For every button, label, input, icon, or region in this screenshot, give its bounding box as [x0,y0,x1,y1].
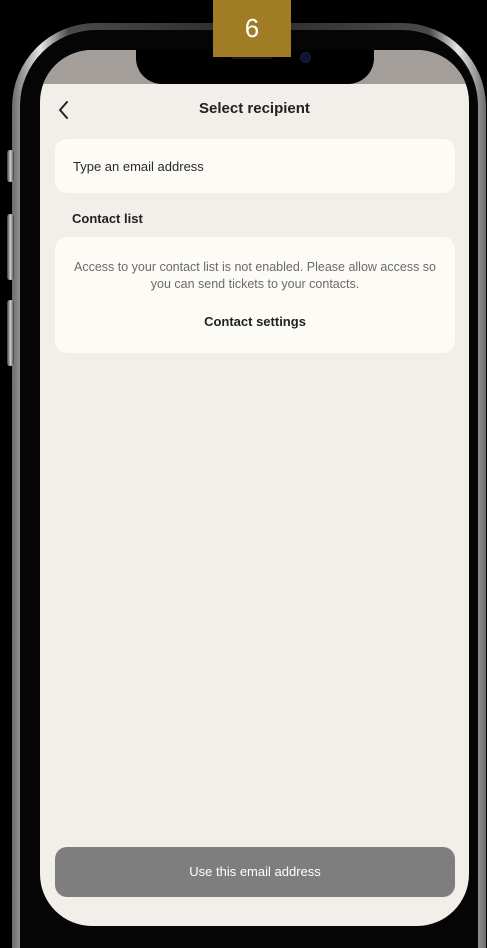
mute-switch [7,150,14,182]
contact-permission-message: Access to your contact list is not enabl… [74,260,436,291]
device-stage: 6 Select recipient Contact list Access t… [0,0,487,948]
email-field-card [55,139,455,193]
volume-down-button [7,300,14,366]
phone-screen: Select recipient Contact list Access to … [40,50,469,926]
page-title: Select recipient [199,100,310,117]
volume-up-button [7,214,14,280]
email-input[interactable] [55,139,455,193]
use-email-button[interactable]: Use this email address [55,847,455,897]
contact-list-heading: Contact list [72,211,143,226]
contact-permission-card: Access to your contact list is not enabl… [55,237,455,353]
step-badge: 6 [213,0,291,57]
front-camera [301,53,310,62]
navigation-bar: Select recipient [40,88,469,132]
contact-settings-link[interactable]: Contact settings [55,314,455,329]
